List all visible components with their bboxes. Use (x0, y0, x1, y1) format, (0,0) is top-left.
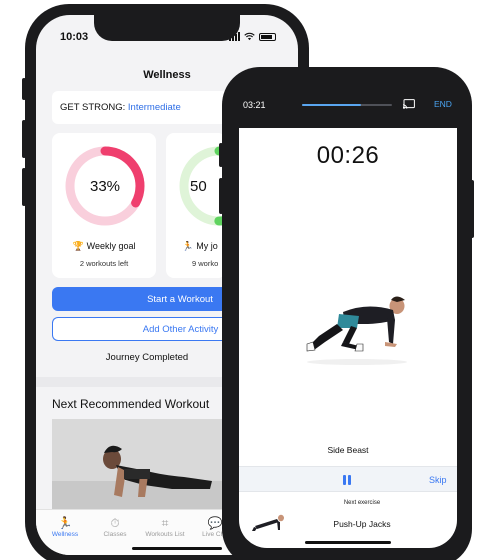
weekly-goal-card[interactable]: 33% 🏆 Weekly goal 2 workouts left (52, 133, 156, 278)
weekly-goal-sub: 2 workouts left (79, 259, 129, 268)
journey-goal-sub: 9 worko (192, 259, 219, 268)
journey-goal-label: 🏃 My jo (182, 241, 218, 252)
weekly-goal-text: Weekly goal (86, 241, 136, 251)
stopwatch-icon: ⏱ (110, 516, 120, 530)
player-header: 03:21 END (240, 86, 455, 126)
fitness-level-label: GET STRONG: Intermediate (60, 102, 181, 113)
side-beast-exercise-image (306, 296, 407, 365)
notch (94, 15, 240, 41)
weekly-goal-label: 🏆 Weekly goal (52, 241, 156, 252)
elapsed-time: 03:21 (243, 100, 266, 110)
cast-icon[interactable] (403, 99, 415, 109)
tab-label: Wellness (51, 531, 79, 538)
journey-goal-card[interactable]: 50 🏃 My jo 9 worko (166, 133, 259, 278)
home-indicator (305, 541, 391, 544)
player-controls: Skip (239, 466, 457, 492)
countdown-timer: 00:26 (316, 142, 380, 169)
next-exercise-name: Push-Up Jacks (333, 519, 391, 529)
workout-progress-bar[interactable] (302, 104, 392, 106)
end-workout-button[interactable]: END (434, 99, 452, 109)
tab-wellness[interactable]: 🏃 Wellness (40, 516, 90, 538)
journey-goal-text: My jo (196, 241, 218, 251)
wifi-icon (244, 32, 255, 41)
battery-icon (259, 32, 276, 41)
tab-classes[interactable]: ⏱ Classes (90, 516, 140, 538)
tag-icon: ⌗ (161, 516, 169, 530)
skip-button[interactable]: Skip (429, 475, 447, 485)
next-exercise-label: Next exercise (343, 500, 381, 506)
exercise-name: Side Beast (327, 445, 369, 455)
tab-label: Classes (103, 531, 127, 538)
runner-icon: 🏃 (182, 241, 194, 251)
weekly-goal-percent: 33% (89, 177, 121, 195)
fitness-level-prefix: GET STRONG: (60, 102, 126, 113)
home-indicator (132, 547, 222, 550)
status-time: 10:03 (60, 31, 89, 43)
recommended-title: Next Recommended Workout (52, 397, 210, 411)
pause-icon[interactable] (343, 475, 352, 485)
tab-workouts-list[interactable]: ⌗ Workouts List (140, 516, 190, 538)
app-showcase: 10:03 Wellness GET STRONG: Intermediate … (0, 0, 479, 560)
exercise-screen: 00:26 Side Beast Skip Next exercise Push… (239, 128, 457, 548)
fitness-level-value: Intermediate (127, 102, 181, 113)
workout-progress-fill (302, 104, 362, 106)
trophy-icon: 🏆 (72, 241, 84, 251)
journey-status: Journey Completed (105, 352, 189, 363)
runner-icon: 🏃 (57, 516, 73, 530)
tab-label: Workouts List (145, 531, 185, 538)
